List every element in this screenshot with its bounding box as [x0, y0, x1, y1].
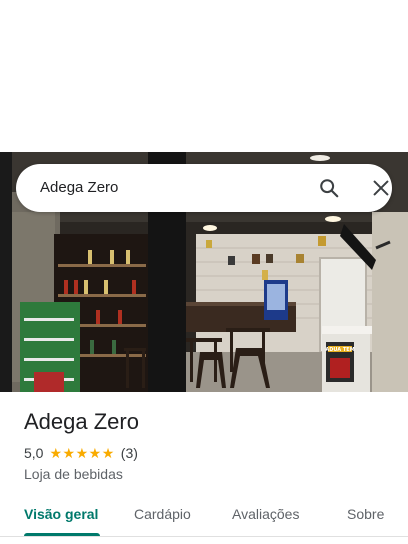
- rating-row[interactable]: 5,0 ★ ★ ★ ★ ★ (3): [24, 443, 138, 463]
- place-title: Adega Zero: [24, 409, 139, 434]
- tab-about[interactable]: Sobre: [347, 496, 384, 536]
- close-icon[interactable]: [370, 177, 392, 199]
- tabs-divider: [0, 536, 408, 537]
- star-icon: ★: [62, 445, 76, 461]
- review-count[interactable]: (3): [121, 445, 138, 461]
- rating-stars: ★ ★ ★ ★ ★: [49, 446, 114, 460]
- star-icon: ★: [101, 445, 115, 461]
- star-icon: ★: [88, 445, 102, 461]
- search-bar[interactable]: Adega Zero: [16, 164, 392, 212]
- search-icon[interactable]: [318, 177, 340, 199]
- tab-menu[interactable]: Cardápio: [134, 496, 191, 536]
- tab-reviews[interactable]: Avaliações: [232, 496, 299, 536]
- place-category[interactable]: Loja de bebidas: [24, 465, 123, 483]
- search-input[interactable]: Adega Zero: [40, 164, 118, 212]
- rating-value: 5,0: [24, 445, 44, 461]
- star-icon: ★: [49, 445, 63, 461]
- tab-overview[interactable]: Visão geral: [24, 496, 98, 536]
- freezer-sign-text: ADUA TEM: [325, 347, 354, 353]
- map-blank-area: [0, 0, 408, 152]
- place-tabs: Visão geral Cardápio Avaliações Sobre: [0, 496, 408, 540]
- star-icon: ★: [75, 445, 89, 461]
